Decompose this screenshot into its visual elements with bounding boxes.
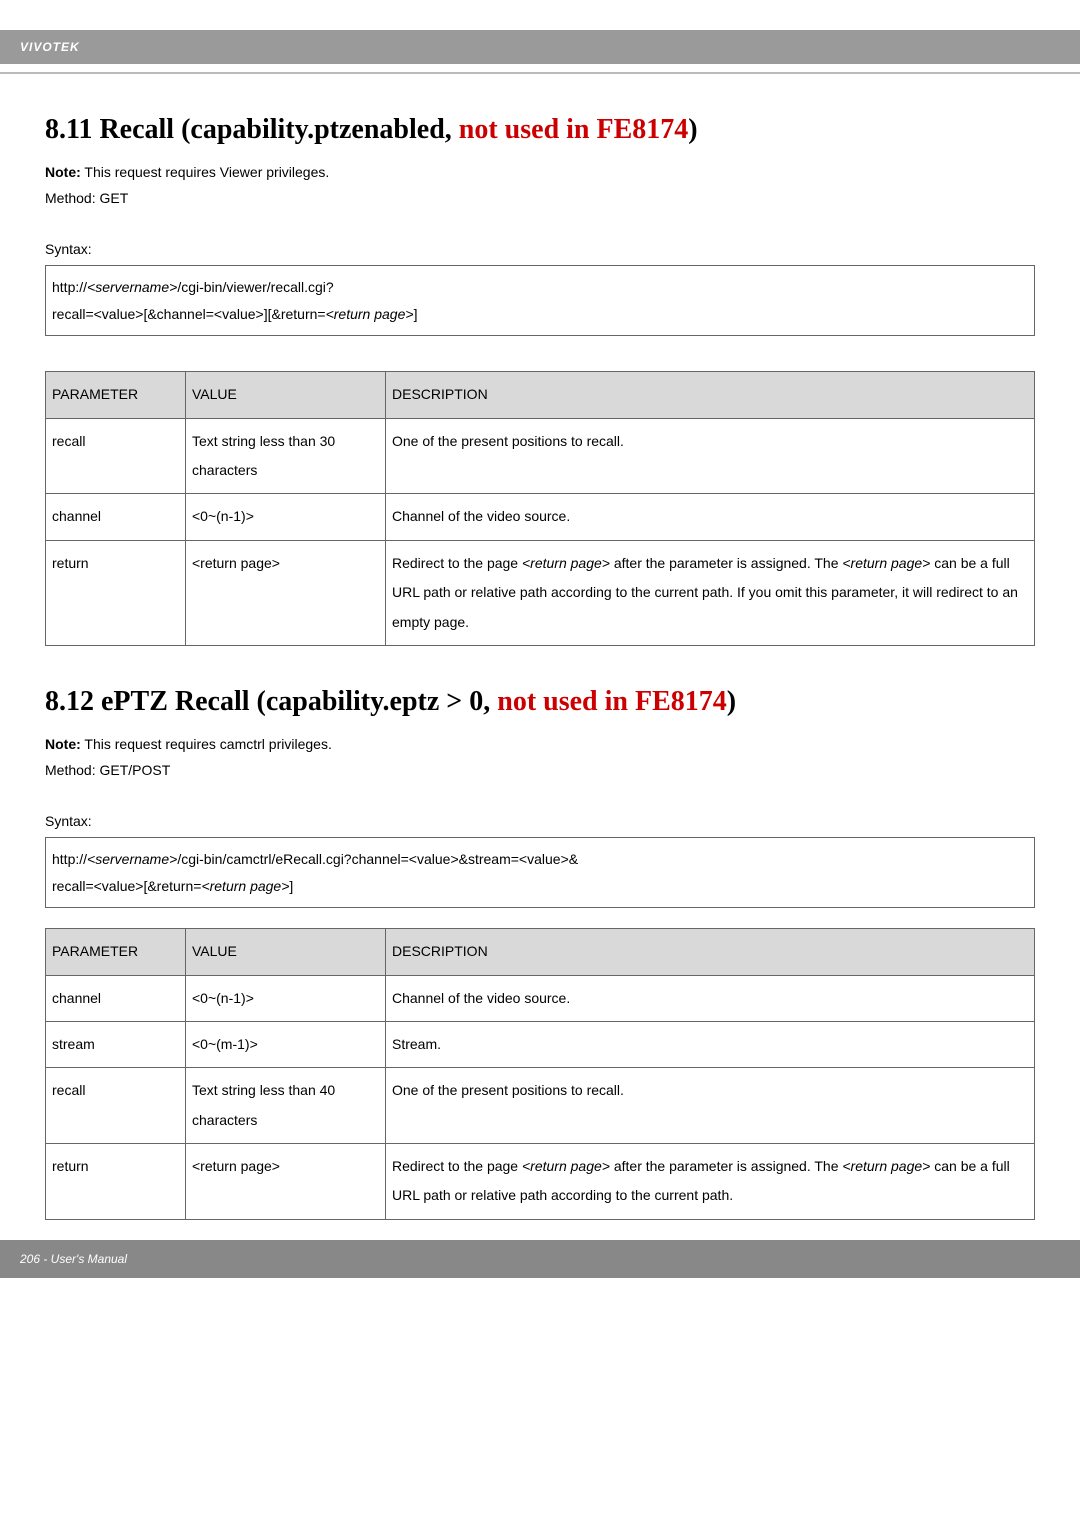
heading-red: not used in FE8174 — [497, 686, 727, 717]
footer-text: 206 - User's Manual — [20, 1252, 127, 1266]
syntax-text-italic: <return page> — [326, 306, 414, 322]
cell-param: return — [46, 540, 186, 645]
note-label: Note: — [45, 736, 81, 752]
cell-desc: One of the present positions to recall. — [386, 418, 1035, 494]
syntax-box-811: http://<servername>/cgi-bin/viewer/recal… — [45, 265, 1035, 336]
th-description: DESCRIPTION — [386, 929, 1035, 975]
param-table-812: PARAMETER VALUE DESCRIPTION channel <0~(… — [45, 928, 1035, 1220]
syntax-text: ] — [414, 306, 418, 322]
method-812: Method: GET/POST — [45, 762, 1035, 778]
cell-value: Text string less than 30 characters — [186, 418, 386, 494]
table-row: recall Text string less than 40 characte… — [46, 1068, 1035, 1144]
heading-suffix: ) — [727, 686, 736, 717]
cell-desc: Redirect to the page <return page> after… — [386, 540, 1035, 645]
syntax-text-italic: <servername> — [87, 851, 177, 867]
desc-text: after the parameter is assigned. The — [610, 555, 842, 571]
section-heading-812: 8.12 ePTZ Recall (capability.eptz > 0, n… — [45, 686, 1035, 718]
table-row: stream <0~(m-1)> Stream. — [46, 1021, 1035, 1067]
table-row: return <return page> Redirect to the pag… — [46, 1144, 1035, 1220]
cell-param: recall — [46, 418, 186, 494]
heading-red: not used in FE8174 — [459, 114, 689, 145]
syntax-text: /cgi-bin/camctrl/eRecall.cgi?channel=<va… — [177, 851, 578, 867]
desc-text: Redirect to the page — [392, 1158, 522, 1174]
syntax-text: ] — [289, 878, 293, 894]
note-text: This request requires camctrl privileges… — [81, 736, 332, 752]
header-divider — [0, 72, 1080, 74]
desc-italic: <return page> — [522, 1158, 610, 1174]
syntax-text: /cgi-bin/viewer/recall.cgi? — [177, 279, 333, 295]
syntax-text: http:// — [52, 851, 87, 867]
heading-suffix: ) — [688, 114, 697, 145]
cell-value: <0~(n-1)> — [186, 975, 386, 1021]
table-row: channel <0~(n-1)> Channel of the video s… — [46, 494, 1035, 540]
footer-bar: 206 - User's Manual — [0, 1240, 1080, 1278]
syntax-label-811: Syntax: — [45, 241, 1035, 257]
header-brand-bar: VIVOTEK — [0, 30, 1080, 64]
brand-text: VIVOTEK — [20, 40, 80, 54]
table-header-row: PARAMETER VALUE DESCRIPTION — [46, 929, 1035, 975]
cell-param: channel — [46, 975, 186, 1021]
desc-italic: <return page> — [522, 555, 610, 571]
cell-value: Text string less than 40 characters — [186, 1068, 386, 1144]
note-label: Note: — [45, 164, 81, 180]
cell-desc: Redirect to the page <return page> after… — [386, 1144, 1035, 1220]
syntax-text: http:// — [52, 279, 87, 295]
cell-value: <0~(n-1)> — [186, 494, 386, 540]
cell-value: <return page> — [186, 1144, 386, 1220]
table-header-row: PARAMETER VALUE DESCRIPTION — [46, 372, 1035, 418]
note-812: Note: This request requires camctrl priv… — [45, 736, 1035, 752]
note-811: Note: This request requires Viewer privi… — [45, 164, 1035, 180]
cell-param: return — [46, 1144, 186, 1220]
cell-param: stream — [46, 1021, 186, 1067]
table-row: recall Text string less than 30 characte… — [46, 418, 1035, 494]
syntax-text-italic: <servername> — [87, 279, 177, 295]
desc-text: after the parameter is assigned. The — [610, 1158, 842, 1174]
heading-text: 8.11 Recall (capability.ptzenabled, — [45, 114, 459, 145]
cell-desc: One of the present positions to recall. — [386, 1068, 1035, 1144]
desc-italic: <return page> — [842, 1158, 930, 1174]
cell-value: <0~(m-1)> — [186, 1021, 386, 1067]
cell-value: <return page> — [186, 540, 386, 645]
syntax-text: recall=<value>[&channel=<value>][&return… — [52, 306, 326, 322]
cell-param: channel — [46, 494, 186, 540]
th-parameter: PARAMETER — [46, 372, 186, 418]
cell-param: recall — [46, 1068, 186, 1144]
table-row: channel <0~(n-1)> Channel of the video s… — [46, 975, 1035, 1021]
method-811: Method: GET — [45, 190, 1035, 206]
table-row: return <return page> Redirect to the pag… — [46, 540, 1035, 645]
th-value: VALUE — [186, 929, 386, 975]
param-table-811: PARAMETER VALUE DESCRIPTION recall Text … — [45, 371, 1035, 646]
syntax-label-812: Syntax: — [45, 813, 1035, 829]
th-value: VALUE — [186, 372, 386, 418]
desc-text: Redirect to the page — [392, 555, 522, 571]
heading-text: 8.12 ePTZ Recall (capability.eptz > 0, — [45, 686, 497, 717]
th-description: DESCRIPTION — [386, 372, 1035, 418]
syntax-text-italic: <return page> — [201, 878, 289, 894]
cell-desc: Channel of the video source. — [386, 494, 1035, 540]
syntax-box-812: http://<servername>/cgi-bin/camctrl/eRec… — [45, 837, 1035, 908]
cell-desc: Stream. — [386, 1021, 1035, 1067]
th-parameter: PARAMETER — [46, 929, 186, 975]
note-text: This request requires Viewer privileges. — [81, 164, 330, 180]
syntax-text: recall=<value>[&return= — [52, 878, 201, 894]
cell-desc: Channel of the video source. — [386, 975, 1035, 1021]
desc-italic: <return page> — [842, 555, 930, 571]
section-heading-811: 8.11 Recall (capability.ptzenabled, not … — [45, 114, 1035, 146]
